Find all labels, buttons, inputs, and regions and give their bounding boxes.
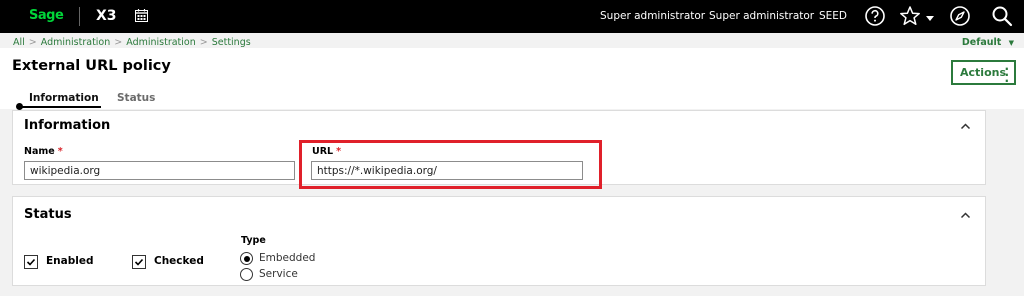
compass-navigation-icon[interactable] bbox=[949, 5, 971, 27]
url-field-highlight bbox=[299, 140, 602, 189]
user-name-menu[interactable]: Super administrator bbox=[709, 10, 814, 22]
actions-label: Actions bbox=[960, 66, 1006, 79]
radio-embedded[interactable] bbox=[240, 252, 253, 265]
breadcrumb-item[interactable]: All bbox=[13, 37, 25, 48]
page-title: External URL policy bbox=[12, 58, 171, 74]
chevron-up-icon[interactable] bbox=[960, 210, 971, 221]
breadcrumb-separator-icon: > bbox=[114, 37, 123, 48]
chevron-up-icon[interactable] bbox=[960, 121, 971, 132]
breadcrumb: All > Administration > Administration > Settin… bbox=[13, 37, 251, 48]
search-icon[interactable] bbox=[991, 5, 1013, 27]
top-bar: Sage X3 Super administrator Super admini… bbox=[0, 0, 1024, 33]
type-field-label: Type bbox=[241, 235, 266, 246]
tab-information[interactable]: Information bbox=[29, 92, 99, 104]
breadcrumb-separator-icon: > bbox=[199, 37, 208, 48]
tab-status[interactable]: Status bbox=[117, 92, 155, 104]
status-section: Status bbox=[12, 196, 986, 286]
information-section-title: Information bbox=[24, 118, 111, 133]
enabled-label[interactable]: Enabled bbox=[46, 255, 94, 267]
breadcrumb-item[interactable]: Settings bbox=[212, 37, 251, 48]
logo-divider bbox=[79, 7, 80, 26]
caret-down-icon: ▼ bbox=[1008, 39, 1014, 47]
name-input[interactable] bbox=[24, 161, 295, 180]
calendar-icon[interactable] bbox=[135, 9, 148, 22]
radio-embedded-label[interactable]: Embedded bbox=[259, 252, 315, 264]
favorites-dropdown-icon[interactable] bbox=[926, 16, 934, 22]
folder-menu[interactable]: SEED bbox=[819, 10, 847, 22]
default-menu[interactable]: Default ▼ bbox=[962, 37, 1014, 48]
product-name[interactable]: X3 bbox=[96, 8, 117, 24]
name-field-label: Name * bbox=[24, 146, 63, 157]
checked-checkbox[interactable] bbox=[132, 255, 146, 269]
sage-logo[interactable]: Sage bbox=[29, 8, 64, 23]
active-tab-dot bbox=[16, 103, 23, 110]
radio-service-label[interactable]: Service bbox=[259, 268, 298, 280]
active-tab-indicator bbox=[19, 106, 101, 108]
checkmark-icon bbox=[26, 258, 36, 266]
radio-service[interactable] bbox=[240, 268, 253, 281]
enabled-checkbox[interactable] bbox=[24, 255, 38, 269]
help-icon[interactable] bbox=[864, 5, 886, 27]
default-menu-label: Default bbox=[961, 37, 1002, 48]
user-role-menu[interactable]: Super administrator bbox=[600, 10, 705, 22]
breadcrumb-item[interactable]: Administration bbox=[126, 37, 196, 48]
breadcrumb-separator-icon: > bbox=[28, 37, 37, 48]
actions-button[interactable]: Actions · · · bbox=[951, 60, 1016, 88]
status-section-title: Status bbox=[24, 207, 72, 222]
name-label-text: Name bbox=[24, 146, 55, 157]
more-vertical-icon: · · · bbox=[1004, 62, 1009, 88]
breadcrumb-item[interactable]: Administration bbox=[41, 37, 111, 48]
required-asterisk: * bbox=[57, 146, 63, 157]
checked-label[interactable]: Checked bbox=[154, 255, 204, 267]
favorites-star-icon[interactable] bbox=[899, 5, 921, 27]
checkmark-icon bbox=[134, 258, 144, 266]
